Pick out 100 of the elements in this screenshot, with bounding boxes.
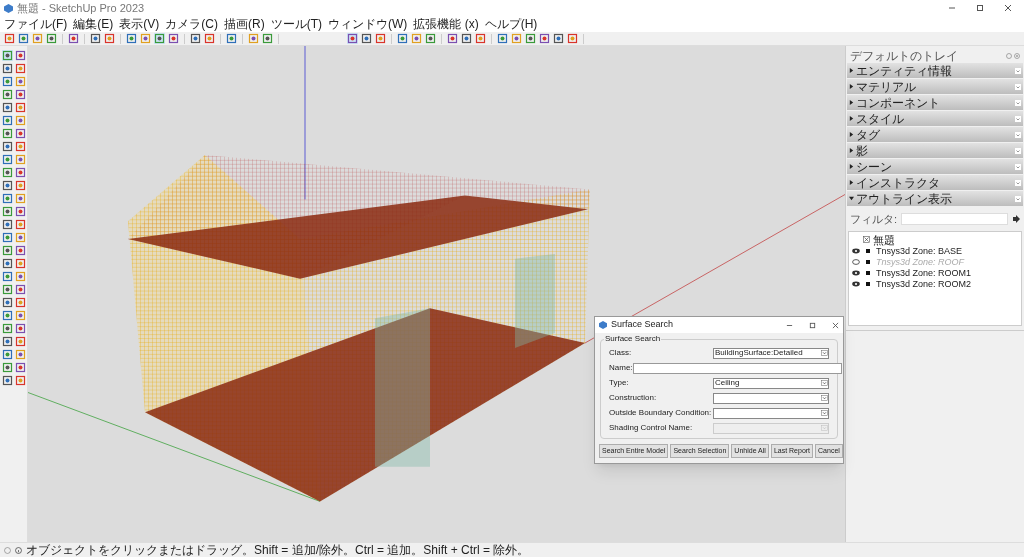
tool-icon[interactable] (447, 33, 458, 44)
input-field[interactable] (632, 362, 842, 374)
tool-icon[interactable] (14, 310, 26, 321)
tool-icon[interactable] (375, 33, 386, 44)
dropdown-arrow-icon[interactable] (821, 410, 828, 416)
tool-icon[interactable] (2, 76, 13, 87)
dropdown-arrow-icon[interactable] (821, 350, 828, 356)
tool-icon[interactable] (226, 33, 237, 44)
tool-icon[interactable] (525, 33, 536, 44)
tool-icon[interactable] (2, 141, 13, 152)
tool-icon[interactable] (190, 33, 201, 44)
tool-icon[interactable] (2, 245, 13, 256)
tool-icon[interactable] (204, 33, 215, 44)
tool-icon[interactable] (14, 180, 26, 191)
tool-icon[interactable] (14, 336, 26, 347)
eye-icon[interactable] (852, 281, 860, 287)
tool-icon[interactable] (2, 206, 13, 217)
tool-icon[interactable] (553, 33, 564, 44)
tool-icon[interactable] (140, 33, 151, 44)
collapse-icon[interactable] (1015, 147, 1021, 154)
tool-icon[interactable] (14, 128, 26, 139)
tool-icon[interactable] (2, 102, 13, 113)
menu-item[interactable]: 拡張機能 (x) (413, 17, 479, 31)
dropdown-field[interactable]: Ceiling (713, 377, 829, 389)
tool-icon[interactable] (2, 349, 13, 360)
maximize-icon[interactable] (809, 321, 816, 329)
tool-icon[interactable] (2, 258, 13, 269)
tool-icon[interactable] (539, 33, 550, 44)
info-icon[interactable] (15, 546, 22, 554)
menu-item[interactable]: ツール(T) (270, 17, 322, 31)
tool-icon[interactable] (2, 271, 13, 282)
menu-item[interactable]: 描画(R) (224, 17, 265, 31)
tool-icon[interactable] (104, 33, 115, 44)
close-icon[interactable] (832, 321, 839, 329)
tool-icon[interactable] (2, 167, 13, 178)
collapse-icon[interactable] (1015, 163, 1021, 170)
outline-item[interactable]: Tnsys3d Zone: ROOM2 (876, 278, 972, 290)
tool-icon[interactable] (511, 33, 522, 44)
eye-icon[interactable] (852, 248, 860, 254)
tray-section-header[interactable]: インストラクタ (847, 175, 1023, 190)
tool-icon[interactable] (14, 375, 26, 386)
tool-icon[interactable] (2, 323, 13, 334)
tool-icon[interactable] (347, 33, 358, 44)
tray-section-header[interactable]: アウトライン表示 (847, 191, 1023, 206)
tool-icon[interactable] (14, 219, 26, 230)
menu-item[interactable]: 表示(V) (119, 17, 160, 31)
tool-icon[interactable] (46, 33, 57, 44)
tool-icon[interactable] (14, 232, 26, 243)
tray-section-header[interactable]: マテリアル (847, 79, 1023, 94)
checkbox[interactable] (863, 236, 870, 243)
tool-icon[interactable] (425, 33, 436, 44)
tool-icon[interactable] (14, 271, 26, 282)
tool-icon[interactable] (14, 102, 26, 113)
eye-icon[interactable] (852, 270, 860, 276)
collapse-icon[interactable] (1015, 83, 1021, 90)
dropdown-field[interactable] (713, 392, 829, 404)
tool-icon[interactable] (567, 33, 578, 44)
tool-icon[interactable] (2, 310, 13, 321)
tool-icon[interactable] (14, 206, 26, 217)
tool-icon[interactable] (262, 33, 273, 44)
tool-icon[interactable] (14, 154, 26, 165)
tool-icon[interactable] (2, 50, 13, 61)
menu-item[interactable]: ウィンドウ(W) (328, 17, 408, 31)
eye-hidden-icon[interactable] (852, 259, 860, 265)
tool-icon[interactable] (397, 33, 408, 44)
collapse-icon[interactable] (1015, 195, 1021, 202)
tool-icon[interactable] (14, 193, 26, 204)
menu-item[interactable]: ファイル(F) (4, 17, 68, 31)
tool-icon[interactable] (18, 33, 29, 44)
tool-icon[interactable] (248, 33, 259, 44)
tray-section-header[interactable]: 影 (847, 143, 1023, 158)
tool-icon[interactable] (154, 33, 165, 44)
close-icon[interactable] (1004, 4, 1012, 12)
tool-icon[interactable] (14, 50, 26, 61)
collapse-icon[interactable] (1015, 67, 1021, 74)
outline-item[interactable]: 無題 (873, 233, 895, 246)
tool-icon[interactable] (2, 297, 13, 308)
tool-icon[interactable] (14, 63, 26, 74)
tray-section-header[interactable]: シーン (847, 159, 1023, 174)
collapse-icon[interactable] (1015, 179, 1021, 186)
tool-icon[interactable] (14, 245, 26, 256)
tray-section-header[interactable]: エンティティ情報 (847, 63, 1023, 78)
tool-icon[interactable] (461, 33, 472, 44)
tool-icon[interactable] (14, 115, 26, 126)
collapse-icon[interactable] (1015, 115, 1021, 122)
collapse-icon[interactable] (1015, 131, 1021, 138)
tool-icon[interactable] (2, 89, 13, 100)
tool-icon[interactable] (2, 219, 13, 230)
tool-icon[interactable] (2, 180, 13, 191)
tool-icon[interactable] (2, 232, 13, 243)
tool-icon[interactable] (14, 89, 26, 100)
tool-icon[interactable] (14, 258, 26, 269)
tool-icon[interactable] (2, 128, 13, 139)
tool-icon[interactable] (2, 362, 13, 373)
tool-icon[interactable] (4, 33, 15, 44)
tool-icon[interactable] (14, 76, 26, 87)
menu-item[interactable]: ヘルプ(H) (484, 17, 538, 31)
restore-icon[interactable] (976, 4, 984, 12)
tool-icon[interactable] (14, 284, 26, 295)
tray-section-header[interactable]: タグ (847, 127, 1023, 142)
